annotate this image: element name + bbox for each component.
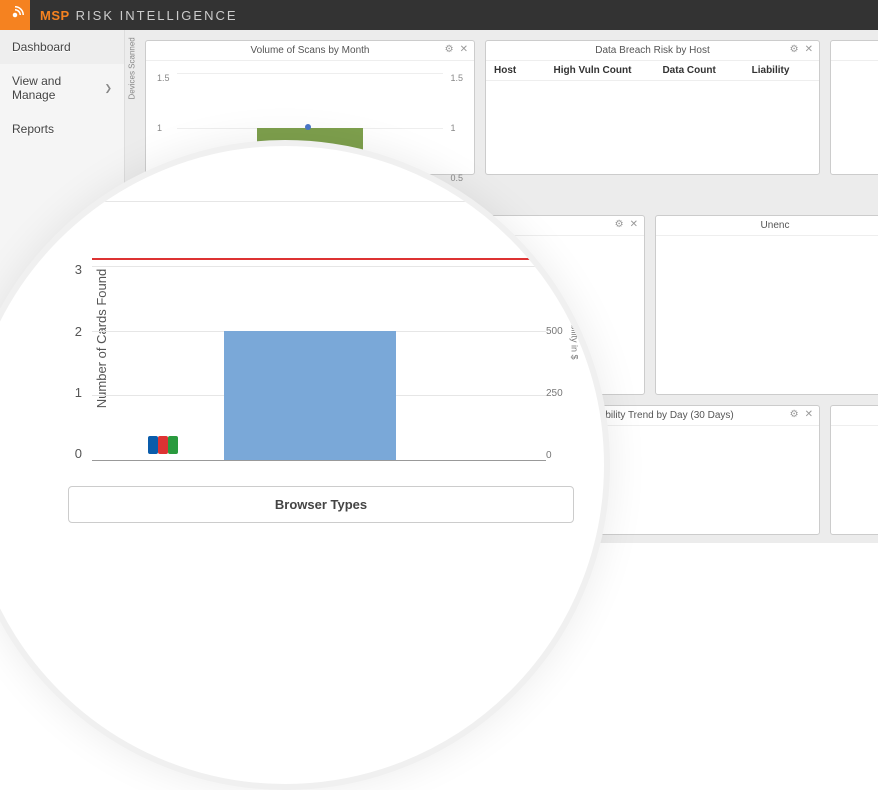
gear-icon[interactable]: ⚙ — [790, 44, 799, 55]
panel-title: Browser Types — [69, 487, 573, 522]
panel-browser-types: Browser Types — [68, 486, 574, 523]
y-ticks-left: 4 3 2 1 0 — [66, 201, 82, 461]
sidebar-item-label: Reports — [12, 122, 54, 136]
magnifier-lens: Number of Cards Found Liability in $ 4 3… — [0, 140, 610, 790]
panel-title: Data Breach Risk by Host ⚙ ✕ — [486, 41, 819, 61]
brand-text-2: RISK INTELLIGENCE — [76, 8, 238, 23]
sidebar-item-dashboard[interactable]: Dashboard — [0, 30, 124, 64]
gear-icon[interactable]: ⚙ — [790, 409, 799, 420]
sidebar-item-label: Dashboard — [12, 40, 71, 54]
jcb-card-icon — [148, 436, 178, 454]
sidebar-item-reports[interactable]: Reports — [0, 112, 124, 146]
sidebar-item-label: View and Manage — [12, 74, 104, 102]
panel-partial-top — [830, 40, 878, 175]
big-plot — [92, 201, 546, 461]
table-header: Host High Vuln Count Data Count Liabilit… — [486, 61, 819, 81]
pan-cards-chart: Number of Cards Found Liability in $ 4 3… — [86, 201, 576, 461]
gear-icon[interactable]: ⚙ — [615, 219, 624, 230]
liability-line — [92, 258, 546, 260]
panel-title: Volume of Scans by Month ⚙ ✕ — [146, 41, 474, 61]
close-icon[interactable]: ✕ — [630, 219, 638, 230]
panel-partial-bottom — [830, 405, 878, 535]
brand-logo-icon — [0, 0, 30, 30]
y-ticks-right: 1000 750 500 250 0 — [546, 201, 576, 461]
brand-text-1: MSP — [40, 8, 70, 23]
close-icon[interactable]: ✕ — [460, 44, 468, 55]
chevron-right-icon: ❯ — [104, 83, 112, 94]
gear-icon[interactable]: ⚙ — [445, 44, 454, 55]
panel-unencrypted: Unenc — [655, 215, 878, 395]
bar-jcb — [224, 331, 397, 461]
dot-scans — [305, 124, 311, 130]
close-icon[interactable]: ✕ — [805, 44, 813, 55]
sidebar-item-view-manage[interactable]: View and Manage ❯ — [0, 64, 124, 112]
axis-label-left: Devices Scanned — [128, 37, 137, 99]
close-icon[interactable]: ✕ — [805, 409, 813, 420]
app-header: MSP RISK INTELLIGENCE — [0, 0, 878, 30]
